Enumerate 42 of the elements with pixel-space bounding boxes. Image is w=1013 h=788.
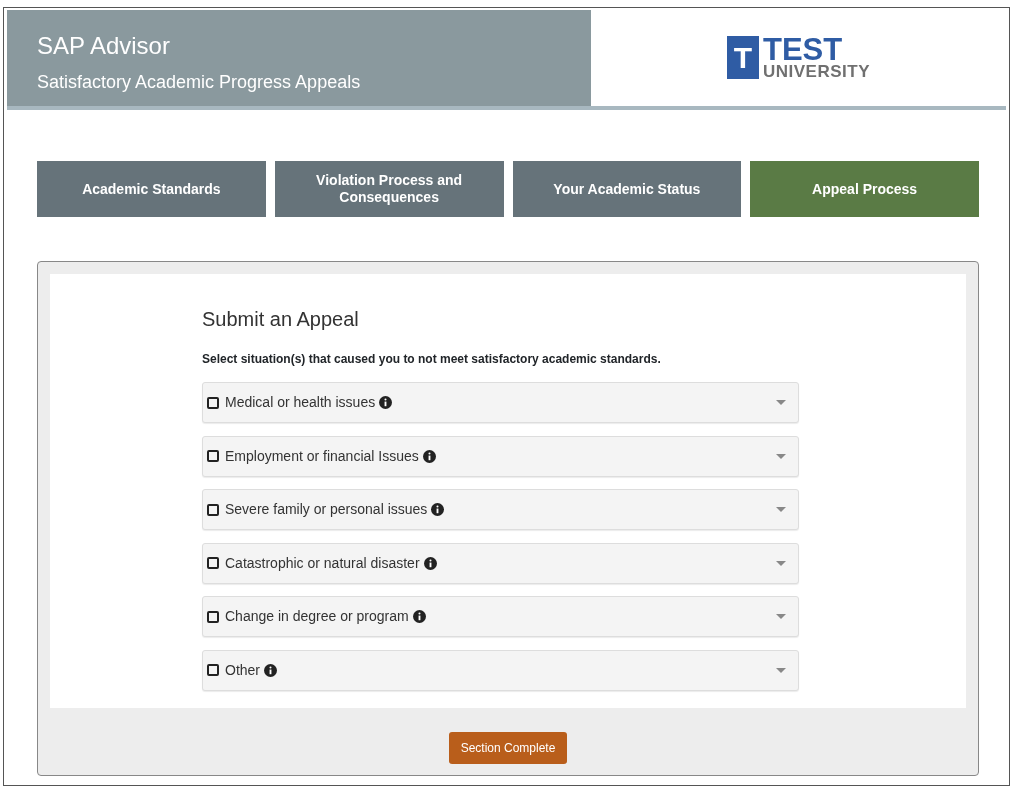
caret-icon — [776, 400, 786, 405]
nav-tab[interactable]: Appeal Process — [750, 161, 979, 217]
section-title: Submit an Appeal — [202, 307, 360, 332]
situation-row[interactable]: Medical or health issues — [202, 382, 799, 423]
situation-row[interactable]: Severe family or personal issues — [202, 489, 799, 530]
caret-icon — [776, 667, 786, 673]
situation-row[interactable]: Catastrophic or natural disaster — [202, 542, 799, 584]
situation-row[interactable]: Other — [202, 649, 799, 691]
section-complete-button[interactable]: Section Complete — [448, 732, 568, 764]
situation-label: Other — [225, 660, 260, 680]
logo-mark: T — [727, 36, 759, 80]
nav-tab[interactable]: Your Academic Status — [512, 161, 742, 217]
info-icon — [412, 610, 426, 623]
checkbox[interactable] — [207, 503, 219, 516]
info-icon — [379, 396, 393, 409]
caret-icon — [776, 614, 786, 619]
checkbox[interactable] — [207, 396, 219, 409]
checkbox[interactable] — [207, 664, 219, 676]
caret-icon — [776, 507, 786, 512]
app-subtitle: Satisfactory Academic Progress Appeals — [37, 70, 362, 94]
nav-tab[interactable]: Academic Standards — [37, 161, 266, 217]
instruction-text: Select situation(s) that caused you to not meet satisfactory academic standards. — [202, 351, 662, 368]
situation-label: Severe family or personal issues — [225, 500, 428, 519]
situation-label: Employment or financial Issues — [225, 446, 419, 466]
logo-name: TEST — [763, 35, 843, 64]
info-icon — [423, 556, 437, 570]
app-title: SAP Advisor — [37, 32, 171, 61]
caret-icon — [776, 453, 786, 459]
checkbox[interactable] — [207, 557, 219, 569]
caret-icon — [776, 560, 786, 566]
info-icon — [431, 503, 445, 516]
checkbox[interactable] — [207, 450, 219, 462]
situation-label: Change in degree or program — [225, 607, 409, 626]
situation-row[interactable]: Employment or financial Issues — [202, 435, 799, 477]
info-icon — [422, 449, 436, 463]
nav-tab[interactable]: Violation Process and Consequences — [274, 161, 504, 217]
situation-label: Medical or health issues — [225, 393, 376, 412]
info-icon — [264, 663, 277, 677]
situation-label: Catastrophic or natural disaster — [225, 553, 420, 573]
checkbox[interactable] — [207, 610, 219, 623]
logo-subtitle: UNIVERSITY — [763, 63, 870, 81]
situation-row[interactable]: Change in degree or program — [202, 596, 799, 637]
